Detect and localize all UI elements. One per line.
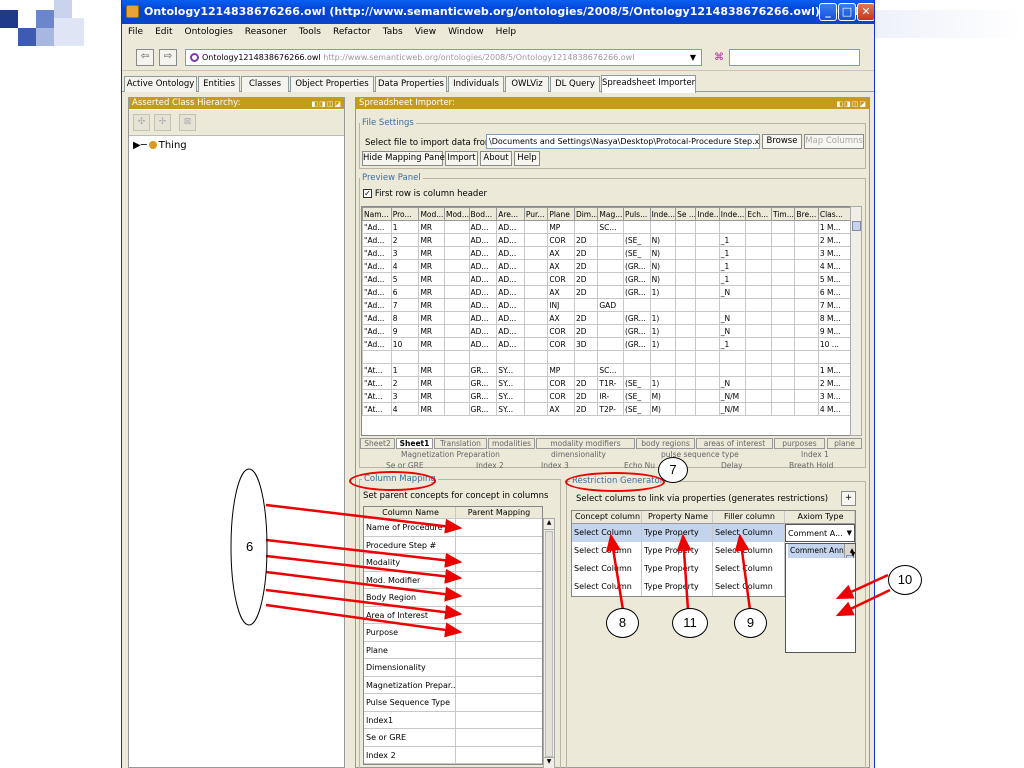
annotation-arrow	[605, 533, 625, 611]
annotation-label-9: 9	[734, 608, 767, 638]
annotation-label-8: 8	[606, 608, 639, 638]
annotation-arrow	[734, 533, 752, 611]
annotation-arrow	[676, 533, 692, 611]
restriction-generator-highlight	[565, 472, 665, 492]
annotation-arrow	[265, 603, 463, 638]
annotation-label-6: 6	[246, 539, 254, 554]
annotation-overlay	[230, 468, 891, 638]
annotation-label-7: 7	[658, 457, 688, 483]
column-mapping-highlight	[349, 471, 436, 491]
annotation-label-10: 10	[888, 565, 922, 595]
annotation-arrow	[265, 503, 463, 534]
annotation-label-11: 11	[672, 608, 708, 638]
